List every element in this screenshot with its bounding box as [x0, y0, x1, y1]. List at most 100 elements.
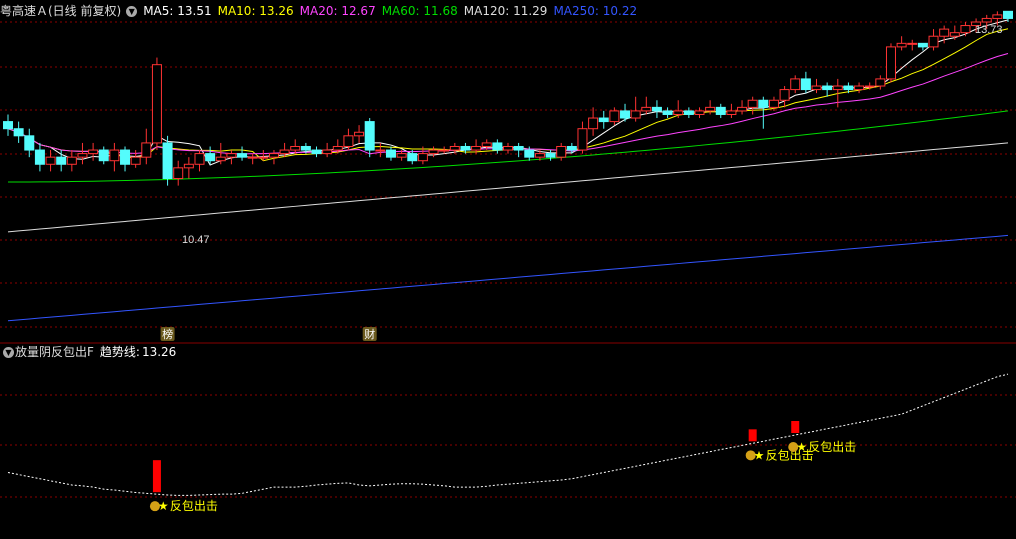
stock-title: 粤高速Ａ(日线 前复权) [0, 4, 122, 18]
signal-star-icon: ★ [796, 440, 807, 454]
candle-up [992, 14, 1003, 19]
candle-up [673, 110, 684, 115]
candle-up [556, 145, 567, 158]
candle-up [151, 64, 162, 144]
ma-legend-ma250: MA250: 10.22 [553, 4, 638, 18]
candle-up [194, 153, 205, 165]
candle-up [417, 153, 428, 162]
candle-down [492, 142, 503, 151]
event-marker-label: 榜 [162, 327, 173, 341]
candle-up [588, 117, 599, 130]
candle-up [396, 153, 407, 158]
candle-down [300, 145, 311, 151]
candle-up [109, 149, 120, 162]
trend-label: 趋势线: [99, 345, 140, 359]
signal-star-icon: ★ [754, 448, 765, 462]
candle-down [3, 121, 13, 130]
ma-legend-ma20: MA20: 12.67 [299, 4, 376, 18]
candle-down [598, 117, 609, 123]
candle-up [354, 131, 365, 137]
candle-down [205, 153, 216, 162]
candle-up [737, 106, 748, 112]
candle-up [375, 149, 386, 152]
collapse-indicator-icon[interactable]: ▼ [3, 347, 14, 358]
candle-down [843, 85, 854, 91]
low-price-label: 10.47 [182, 234, 210, 246]
candle-up [503, 145, 513, 151]
ma120-line [7, 142, 1009, 233]
candle-up [290, 145, 301, 151]
ma-legend-ma10: MA10: 13.26 [217, 4, 294, 18]
candle-up [768, 99, 779, 108]
candle-up [641, 106, 652, 112]
signal-bar [152, 460, 161, 493]
signal-label: 反包出击 [170, 499, 218, 513]
candle-up [45, 156, 56, 165]
signal-label: 反包出击 [808, 440, 856, 454]
candle-up [130, 156, 141, 165]
candle-up [481, 142, 492, 147]
candle-up [609, 110, 620, 123]
candle-up [258, 156, 269, 159]
candle-up [439, 149, 450, 152]
chart-stage: 榜 财 ★ 反包出击★ 反包出击★ 反包出击 13.73 10.47 [0, 10, 1016, 513]
ma-legend: MA5: 13.51 MA10: 13.26 MA20: 12.67 MA60: 11… [143, 4, 643, 18]
high-price-label: 13.73 [975, 24, 1003, 36]
candle-down [385, 149, 396, 158]
candle-down [364, 121, 375, 151]
event-marker-label: 财 [364, 327, 375, 341]
candle-up [949, 32, 960, 37]
candle-up [960, 25, 971, 34]
candle-down [545, 153, 556, 158]
candle-down [460, 145, 471, 151]
candle-up [183, 163, 194, 169]
collapse-icon[interactable]: ▼ [126, 6, 138, 17]
candle-down [651, 106, 662, 112]
candle-up [896, 42, 907, 48]
candle-up [428, 149, 439, 155]
candle-up [705, 106, 716, 112]
candle-up [779, 89, 790, 101]
candle-down [662, 110, 673, 115]
candle-down [566, 145, 577, 151]
candle-up [832, 85, 843, 91]
indicator-panel-header: ▼ 放量阴反包出F 趋势线: 13.26 [0, 343, 182, 361]
candle-up [247, 156, 258, 159]
candle-down [620, 110, 631, 119]
candle-up [343, 135, 354, 147]
trend-value: 13.26 [141, 345, 177, 359]
candle-down [513, 145, 524, 151]
candle-down [800, 78, 811, 91]
candle-up [811, 85, 822, 91]
candle-up [88, 149, 99, 155]
signal-star-icon: ★ [158, 499, 169, 513]
candle-up [77, 153, 88, 158]
candle-up [747, 99, 758, 108]
price-panel-header: 粤高速Ａ(日线 前复权) ▼ MA5: 13.51 MA10: 13.26 MA20: … [0, 2, 649, 20]
ma-legend-ma120: MA120: 11.29 [463, 4, 548, 18]
candle-up [534, 153, 545, 158]
candle-up [885, 46, 896, 80]
candle-up [726, 110, 737, 115]
candle-up [471, 145, 482, 151]
candle-up [790, 78, 801, 91]
candle-down [683, 110, 694, 115]
candle-up [875, 78, 886, 87]
candle-up [173, 167, 184, 179]
candle-up [226, 153, 237, 158]
candle-up [215, 156, 226, 162]
candle-down [715, 106, 726, 115]
ma-legend-ma60: MA60: 11.68 [381, 4, 458, 18]
candle-up [864, 85, 875, 88]
candle-down [24, 135, 35, 151]
candle-down [524, 149, 535, 158]
candle-up [449, 145, 460, 151]
candle-up [279, 149, 290, 155]
candle-up [322, 149, 333, 155]
candle-up [66, 156, 77, 165]
candle-up [268, 153, 279, 158]
candle-down [822, 85, 833, 91]
signal-bar [791, 421, 800, 433]
indicator-plot: ★ 反包出击★ 反包出击★ 反包出击 [7, 373, 1009, 513]
candle-up [939, 28, 950, 37]
